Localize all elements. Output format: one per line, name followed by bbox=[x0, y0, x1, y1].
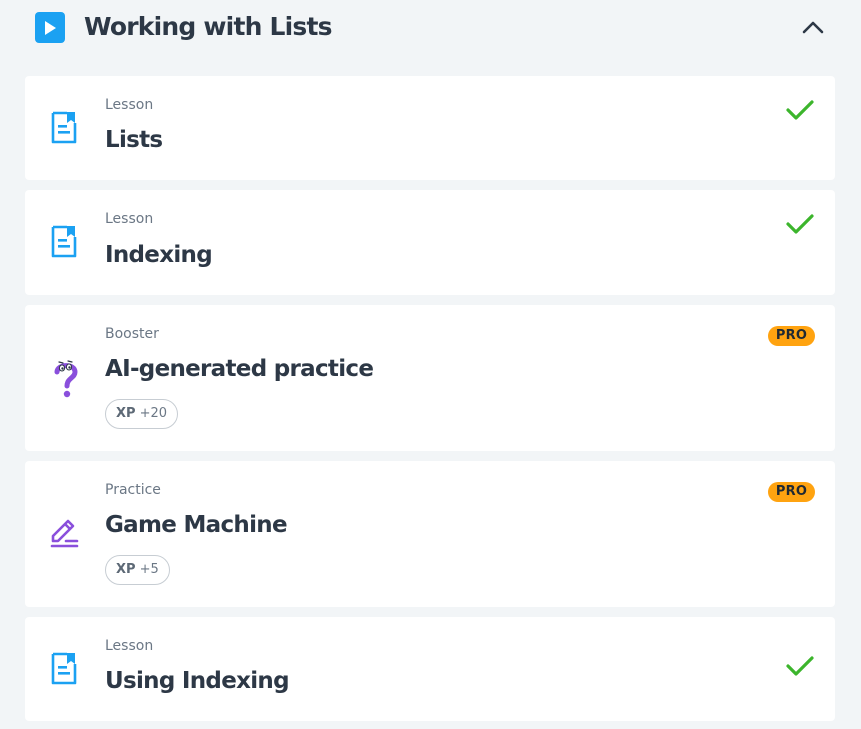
list-item-ai-generated-practice[interactable]: Booster AI-generated practice PRO XP +20 bbox=[25, 305, 835, 451]
list-item-lists[interactable]: Lesson Lists bbox=[25, 76, 835, 180]
pro-badge: PRO bbox=[768, 326, 815, 346]
play-icon bbox=[45, 21, 56, 35]
xp-label: XP bbox=[116, 406, 136, 421]
completed-check-icon bbox=[786, 99, 814, 121]
item-type-label: Lesson bbox=[105, 97, 154, 113]
item-type-label: Booster bbox=[105, 326, 159, 342]
item-title: Using Indexing bbox=[105, 668, 290, 694]
item-title: Lists bbox=[105, 127, 163, 153]
xp-value: +20 bbox=[139, 406, 167, 421]
completed-check-icon bbox=[786, 655, 814, 677]
xp-reward-pill: XP +5 bbox=[105, 555, 170, 585]
list-item-indexing[interactable]: Lesson Indexing bbox=[25, 190, 835, 295]
item-title: Game Machine bbox=[105, 512, 288, 538]
play-button[interactable] bbox=[35, 12, 65, 43]
xp-reward-pill: XP +20 bbox=[105, 399, 178, 429]
chevron-up-icon bbox=[802, 21, 824, 34]
lesson-document-icon bbox=[49, 225, 83, 265]
list-item-using-indexing[interactable]: Lesson Using Indexing bbox=[25, 617, 835, 721]
item-title: AI-generated practice bbox=[105, 356, 374, 382]
xp-label: XP bbox=[116, 562, 136, 577]
module-header[interactable]: Working with Lists bbox=[0, 0, 861, 56]
lesson-document-icon bbox=[49, 652, 83, 692]
lesson-document-icon bbox=[49, 111, 83, 151]
pro-badge: PRO bbox=[768, 482, 815, 502]
item-title: Indexing bbox=[105, 242, 213, 268]
xp-value: +5 bbox=[139, 562, 159, 577]
pencil-icon bbox=[49, 517, 83, 557]
item-type-label: Practice bbox=[105, 482, 161, 498]
module-title: Working with Lists bbox=[84, 12, 333, 41]
collapse-button[interactable] bbox=[798, 14, 828, 42]
question-mark-icon bbox=[49, 357, 83, 398]
completed-check-icon bbox=[786, 213, 814, 235]
list-item-game-machine[interactable]: Practice Game Machine PRO XP +5 bbox=[25, 461, 835, 607]
item-type-label: Lesson bbox=[105, 638, 154, 654]
item-type-label: Lesson bbox=[105, 211, 154, 227]
